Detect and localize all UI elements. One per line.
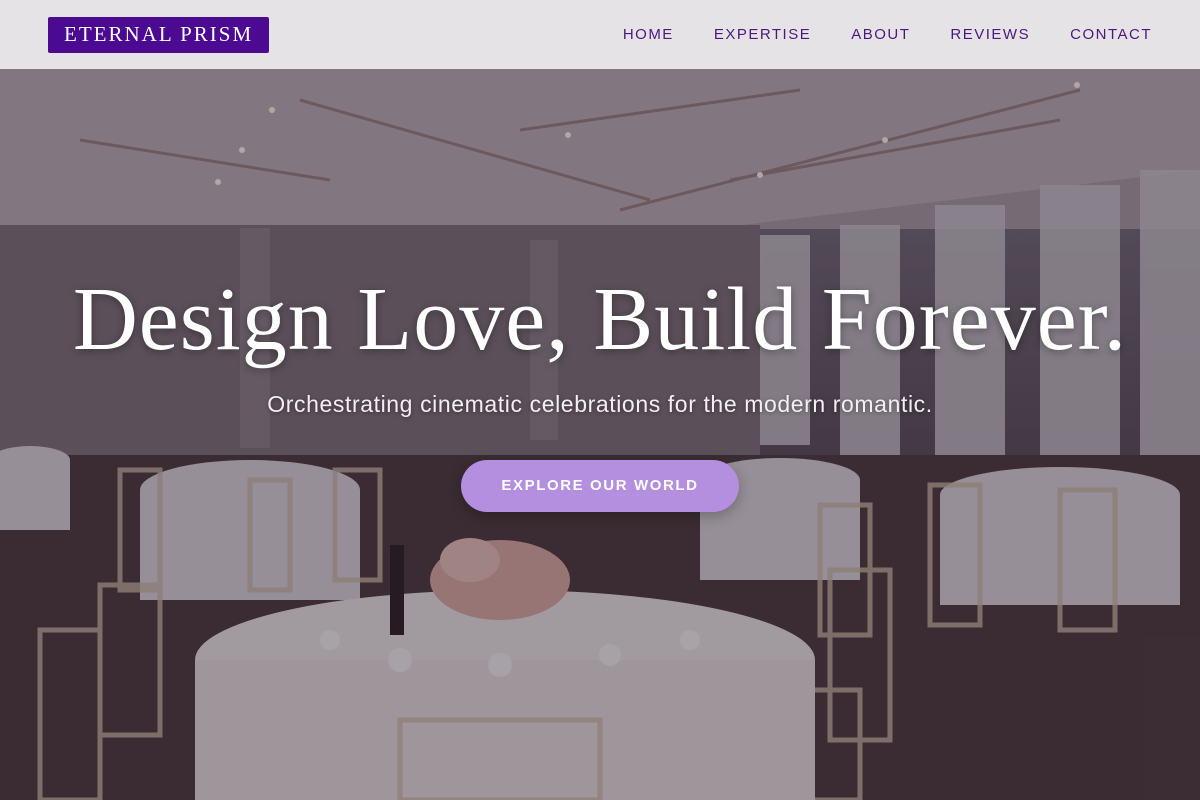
nav-link-expertise[interactable]: EXPERTISE [714,26,811,43]
brand-logo[interactable]: ETERNAL PRISM [48,16,270,53]
nav-link-home[interactable]: HOME [623,26,674,43]
nav-link-contact[interactable]: CONTACT [1070,26,1152,43]
nav-link-reviews[interactable]: REVIEWS [950,26,1030,43]
hero-headline: Design Love, Build Forever. [72,270,1128,369]
hero-content: Design Love, Build Forever. Orchestratin… [0,270,1200,512]
hero-subheadline: Orchestrating cinematic celebrations for… [267,391,933,417]
nav-link-about[interactable]: ABOUT [851,26,910,43]
top-navbar: ETERNAL PRISM HOME EXPERTISE ABOUT REVIE… [0,0,1200,69]
hero-section: Design Love, Build Forever. Orchestratin… [0,0,1200,800]
main-nav: HOME EXPERTISE ABOUT REVIEWS CONTACT [623,26,1152,43]
explore-our-world-button[interactable]: EXPLORE OUR WORLD [461,460,739,512]
